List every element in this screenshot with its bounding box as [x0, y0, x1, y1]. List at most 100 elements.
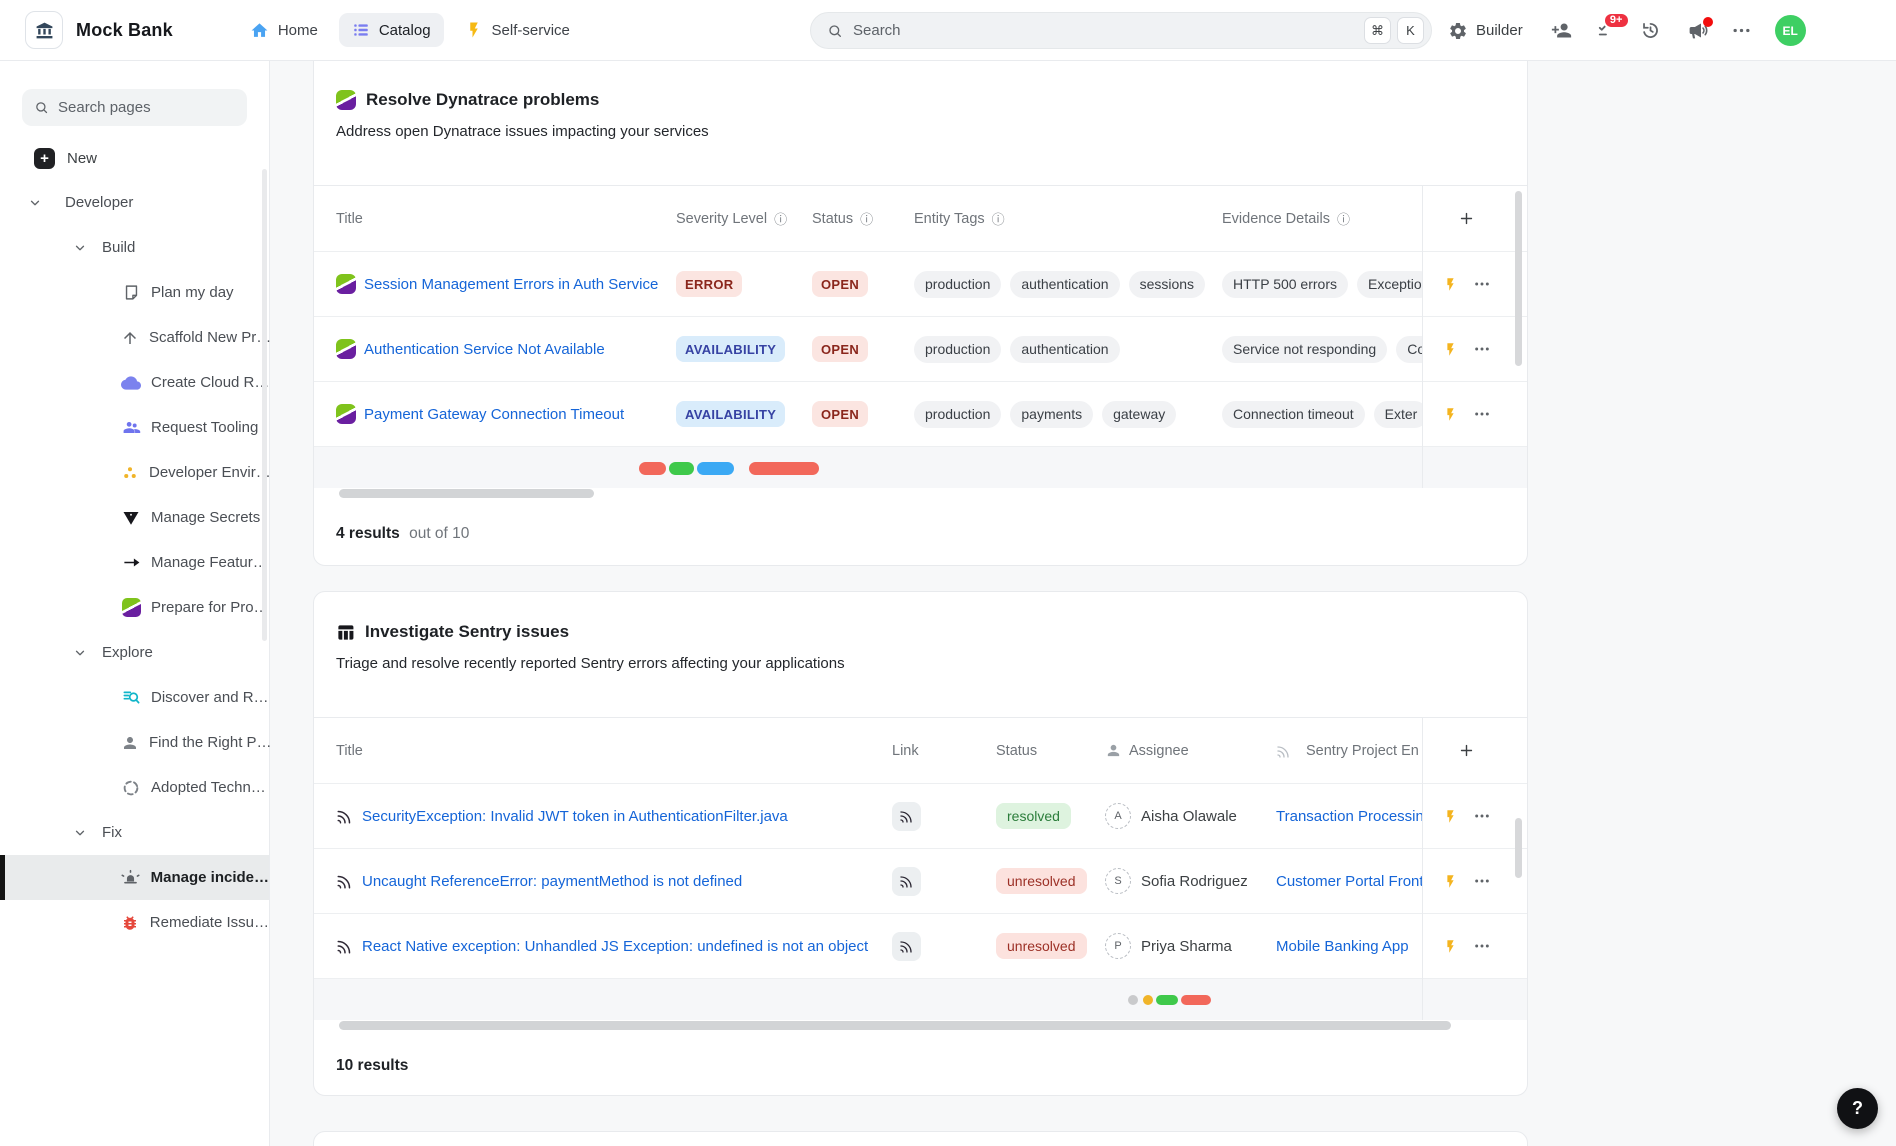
row-more-icon[interactable]	[1474, 938, 1490, 954]
run-action-bolt-icon[interactable]	[1443, 277, 1458, 292]
info-icon[interactable]: ⓘ	[992, 209, 1005, 228]
builder-label: Builder	[1476, 22, 1523, 39]
sidebar-item-request-tooling[interactable]: Request Tooling	[0, 405, 269, 450]
assignee-name: Sofia Rodriguez	[1141, 873, 1248, 890]
col-link[interactable]: Link	[892, 743, 919, 759]
row-more-icon[interactable]	[1474, 406, 1490, 422]
sidebar-search[interactable]	[22, 89, 247, 126]
info-icon[interactable]: ⓘ	[860, 209, 873, 228]
col-sentry-project[interactable]: Sentry Project En	[1306, 743, 1419, 759]
table-row[interactable]: Session Management Errors in Auth Servic…	[314, 251, 1527, 316]
avatar: S	[1105, 868, 1131, 894]
sidebar-group-developer[interactable]: Developer	[0, 180, 269, 225]
history-icon[interactable]	[1640, 20, 1661, 41]
project-link[interactable]: Customer Portal Front	[1276, 873, 1422, 890]
run-action-bolt-icon[interactable]	[1443, 874, 1458, 889]
run-action-bolt-icon[interactable]	[1443, 939, 1458, 954]
sidebar-item-create-cloud[interactable]: Create Cloud R…	[0, 360, 269, 405]
sidebar-item-manage-features[interactable]: Manage Featur…	[0, 540, 269, 585]
help-button[interactable]: ?	[1837, 1088, 1878, 1129]
sidebar-search-input[interactable]	[58, 99, 257, 116]
sentry-link-button[interactable]	[892, 802, 921, 831]
row-more-icon[interactable]	[1474, 341, 1490, 357]
sidebar: + New Developer Build Plan my day Scaffo…	[0, 61, 270, 1146]
builder-button[interactable]: Builder	[1448, 21, 1523, 41]
vertical-scrollbar[interactable]	[1515, 818, 1522, 878]
issue-title-link[interactable]: Uncaught ReferenceError: paymentMethod i…	[362, 873, 742, 890]
sidebar-group-fix[interactable]: Fix	[0, 810, 269, 855]
document-icon	[121, 284, 141, 301]
horizontal-scrollbar[interactable]	[339, 1021, 1451, 1030]
sidebar-group-explore[interactable]: Explore	[0, 630, 269, 675]
project-link[interactable]: Transaction Processin	[1276, 808, 1422, 825]
nav-home[interactable]: Home	[237, 13, 331, 48]
global-search[interactable]: ⌘ K	[810, 12, 1432, 49]
arrow-right-icon	[121, 553, 141, 572]
global-search-input[interactable]	[853, 22, 1358, 39]
info-icon[interactable]: ⓘ	[1337, 209, 1350, 228]
kbd-k: K	[1397, 17, 1424, 44]
run-action-bolt-icon[interactable]	[1443, 407, 1458, 422]
add-column-button[interactable]	[1458, 742, 1475, 759]
table-row[interactable]: Uncaught ReferenceError: paymentMethod i…	[314, 848, 1527, 913]
col-evidence[interactable]: Evidence Details	[1222, 211, 1330, 227]
row-more-icon[interactable]	[1474, 276, 1490, 292]
problem-title-link[interactable]: Payment Gateway Connection Timeout	[364, 406, 624, 423]
table-row[interactable]: React Native exception: Unhandled JS Exc…	[314, 913, 1527, 978]
table-row[interactable]: SecurityException: Invalid JWT token in …	[314, 783, 1527, 848]
sidebar-group-build[interactable]: Build	[0, 225, 269, 270]
sentry-link-button[interactable]	[892, 867, 921, 896]
sidebar-item-find-person[interactable]: Find the Right P…	[0, 720, 269, 765]
horizontal-scrollbar-track	[314, 488, 1527, 500]
chevron-down-icon	[28, 196, 42, 210]
info-icon[interactable]: ⓘ	[774, 209, 787, 228]
issue-title-link[interactable]: React Native exception: Unhandled JS Exc…	[362, 938, 868, 955]
runs-checklist-icon[interactable]: 9+	[1596, 21, 1616, 41]
nav-catalog[interactable]: Catalog	[339, 13, 444, 47]
announcements-icon[interactable]	[1687, 20, 1708, 41]
problem-title-link[interactable]: Authentication Service Not Available	[364, 341, 605, 358]
sentry-link-button[interactable]	[892, 932, 921, 961]
runs-count-badge: 9+	[1603, 12, 1630, 29]
col-entity-tags[interactable]: Entity Tags	[914, 211, 985, 227]
sidebar-item-adopted-tech[interactable]: Adopted Techn…	[0, 765, 269, 810]
skeleton-pill	[1128, 995, 1138, 1005]
horizontal-scrollbar[interactable]	[339, 489, 594, 498]
col-title[interactable]: Title	[336, 743, 363, 759]
col-status[interactable]: Status	[812, 211, 853, 227]
sidebar-item-developer-env[interactable]: Developer Envir…	[0, 450, 269, 495]
more-menu-icon[interactable]	[1732, 21, 1751, 40]
plus-icon: +	[34, 148, 55, 169]
row-more-icon[interactable]	[1474, 808, 1490, 824]
col-assignee[interactable]: Assignee	[1129, 743, 1189, 759]
sidebar-scrollbar[interactable]	[262, 169, 267, 641]
problem-title-link[interactable]: Session Management Errors in Auth Servic…	[364, 276, 658, 293]
sidebar-item-manage-incidents[interactable]: Manage incide…	[0, 855, 269, 900]
sidebar-item-prepare-prod[interactable]: Prepare for Pro…	[0, 585, 269, 630]
table-row[interactable]: Authentication Service Not Available AVA…	[314, 316, 1527, 381]
sidebar-item-discover[interactable]: Discover and R…	[0, 675, 269, 720]
sidebar-item-remediate-issues[interactable]: Remediate Issu…	[0, 900, 269, 945]
add-column-button[interactable]	[1458, 210, 1475, 227]
col-severity[interactable]: Severity Level	[676, 211, 767, 227]
sidebar-item-manage-secrets[interactable]: Manage Secrets	[0, 495, 269, 540]
bank-logo-icon[interactable]	[25, 11, 63, 49]
evidence-tag: Exceptio	[1357, 271, 1422, 298]
nav-self-service[interactable]: Self-service	[452, 13, 583, 47]
skeleton-pill	[1181, 995, 1211, 1005]
search-icon	[34, 100, 49, 115]
run-action-bolt-icon[interactable]	[1443, 342, 1458, 357]
invite-user-icon[interactable]	[1551, 20, 1572, 41]
row-more-icon[interactable]	[1474, 873, 1490, 889]
project-link[interactable]: Mobile Banking App	[1276, 938, 1409, 955]
run-action-bolt-icon[interactable]	[1443, 809, 1458, 824]
issue-title-link[interactable]: SecurityException: Invalid JWT token in …	[362, 808, 788, 825]
table-row[interactable]: Payment Gateway Connection Timeout AVAIL…	[314, 381, 1527, 446]
sidebar-item-plan-my-day[interactable]: Plan my day	[0, 270, 269, 315]
sidebar-new-button[interactable]: + New	[0, 140, 269, 176]
sidebar-item-scaffold[interactable]: Scaffold New Pr…	[0, 315, 269, 360]
col-status[interactable]: Status	[996, 743, 1037, 759]
vertical-scrollbar[interactable]	[1515, 191, 1522, 366]
col-title[interactable]: Title	[336, 211, 363, 227]
user-avatar[interactable]: EL	[1775, 15, 1806, 46]
